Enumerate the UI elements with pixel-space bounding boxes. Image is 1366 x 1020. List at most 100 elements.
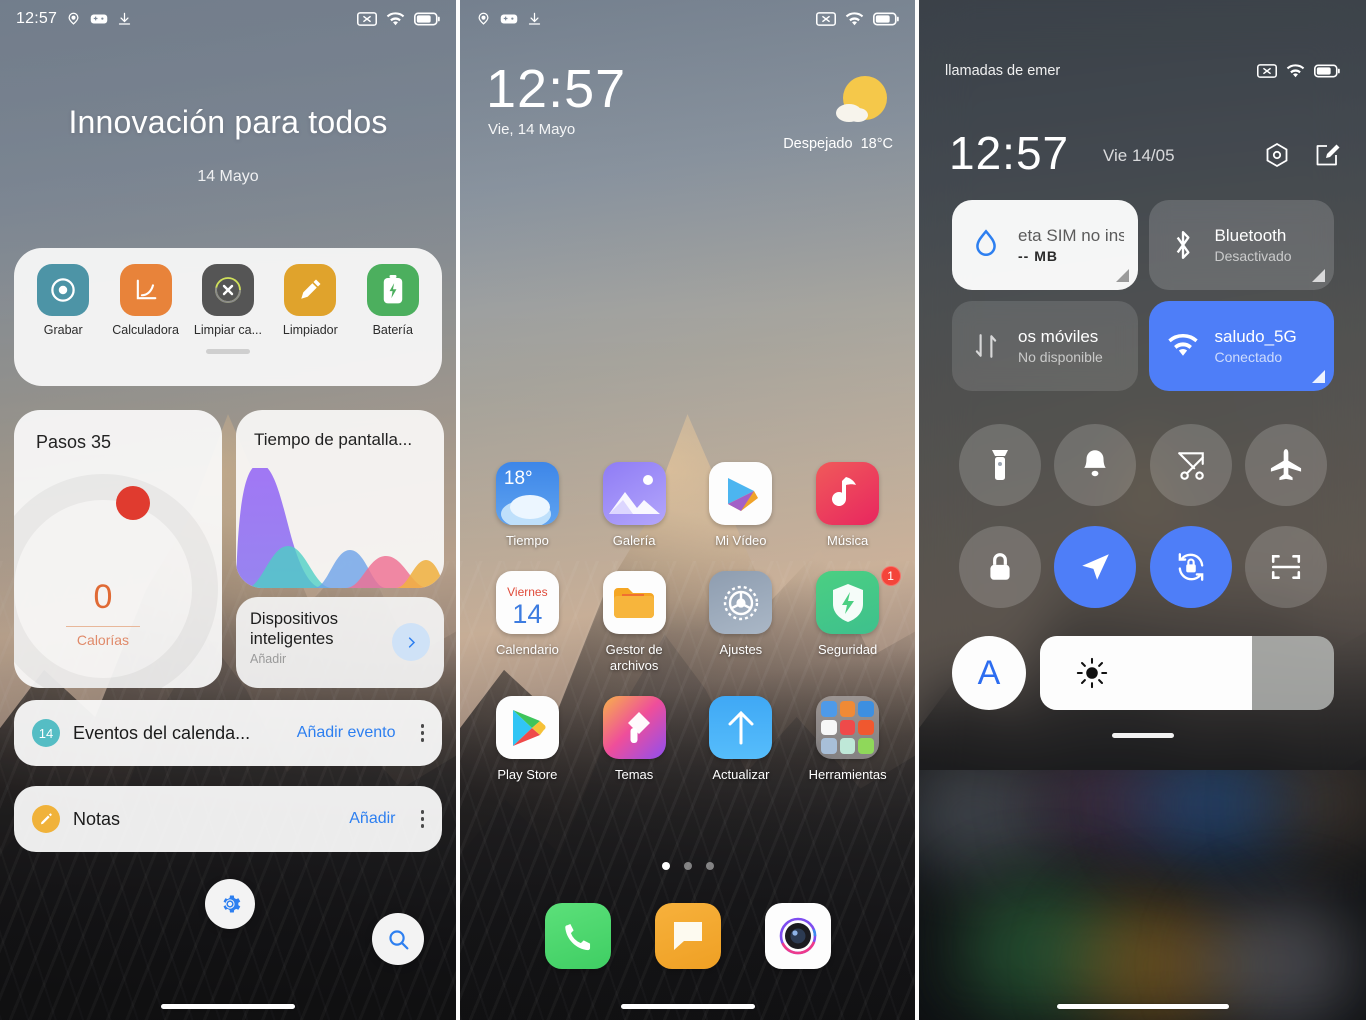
notes-row[interactable]: Notas Añadir bbox=[14, 786, 442, 852]
page-indicator[interactable] bbox=[460, 862, 915, 870]
add-note-button[interactable]: Añadir bbox=[349, 810, 395, 828]
home-weather-widget[interactable]: Despejado 18°C bbox=[783, 72, 893, 152]
bluetooth-tile[interactable]: Bluetooth Desactivado bbox=[1148, 200, 1334, 290]
autorotate-toggle[interactable] bbox=[1149, 526, 1232, 608]
edit-icon[interactable] bbox=[1314, 142, 1340, 170]
auto-brightness-button[interactable]: A bbox=[952, 636, 1026, 710]
screenshot-toggle[interactable] bbox=[1149, 424, 1232, 506]
nav-gesture-bar[interactable] bbox=[919, 1004, 1366, 1009]
app-temas[interactable]: Temas bbox=[586, 696, 682, 783]
page-dot[interactable] bbox=[705, 862, 714, 870]
ringer-toggle[interactable] bbox=[1054, 424, 1137, 506]
shortcut-label: Calculadora bbox=[112, 323, 179, 337]
scan-icon bbox=[1270, 551, 1302, 583]
status-bar: llamadas de emer bbox=[919, 52, 1366, 90]
page-dot[interactable] bbox=[683, 862, 692, 870]
flashlight-toggle[interactable] bbox=[958, 424, 1041, 506]
tile-subtitle: Conectado bbox=[1214, 348, 1283, 365]
shortcut-limpiador[interactable]: Limpiador bbox=[271, 264, 349, 337]
nav-gesture-bar[interactable] bbox=[0, 1004, 456, 1009]
app-calendario[interactable]: Viernes 14 Calendario bbox=[479, 571, 575, 674]
calories-value: 0 bbox=[93, 578, 113, 616]
wifi-icon bbox=[1286, 63, 1305, 79]
settings-app-icon bbox=[709, 571, 773, 634]
settings-fab-button[interactable] bbox=[205, 879, 255, 929]
expand-corner-icon[interactable] bbox=[1312, 269, 1325, 282]
gear-icon bbox=[218, 892, 242, 916]
airplane-toggle[interactable] bbox=[1245, 424, 1328, 506]
app-label: Calendario bbox=[495, 642, 559, 657]
pencil-icon bbox=[32, 805, 60, 833]
home-date[interactable]: Vie, 14 Mayo bbox=[488, 121, 575, 138]
lock-toggle[interactable] bbox=[958, 526, 1041, 608]
app-galeria[interactable]: Galería bbox=[586, 462, 682, 549]
app-ajustes[interactable]: Ajustes bbox=[693, 571, 789, 674]
page-dot[interactable] bbox=[661, 862, 670, 870]
brightness-slider[interactable] bbox=[1040, 636, 1334, 710]
camera-app-icon[interactable] bbox=[764, 903, 831, 969]
download-icon bbox=[527, 11, 542, 27]
search-fab-button[interactable] bbox=[372, 913, 424, 965]
expand-corner-icon[interactable] bbox=[1312, 370, 1325, 383]
data-usage-tile[interactable]: eta SIM no insta -- MB bbox=[952, 200, 1138, 290]
control-center-date[interactable]: Vie 14/05 bbox=[1103, 146, 1175, 166]
screen-time-widget[interactable]: Tiempo de pantalla... bbox=[236, 410, 444, 588]
app-tiempo[interactable]: 18° Tiempo bbox=[479, 462, 575, 549]
updater-app-icon bbox=[709, 696, 773, 759]
control-center-drag-handle[interactable] bbox=[919, 733, 1366, 738]
app-musica[interactable]: Música bbox=[800, 462, 896, 549]
quick-settings-tiles: eta SIM no insta -- MB Bluetooth Desacti… bbox=[952, 200, 1334, 391]
app-grid: 18° Tiempo Galería Mi Vídeo Música Viern… bbox=[460, 462, 915, 783]
calories-label: Calorías bbox=[76, 632, 130, 648]
page-subtitle: 14 Mayo bbox=[197, 168, 259, 185]
music-app-icon bbox=[816, 462, 880, 525]
app-mi-video[interactable]: Mi Vídeo bbox=[693, 462, 789, 549]
shortcut-grabar[interactable]: Grabar bbox=[24, 264, 102, 337]
shortcut-limpiar-cache[interactable]: Limpiar ca... bbox=[189, 264, 267, 337]
wifi-icon bbox=[1163, 326, 1203, 366]
add-event-button[interactable]: Añadir evento bbox=[297, 724, 396, 742]
shortcut-label: Limpiar ca... bbox=[193, 323, 263, 337]
wifi-tile[interactable]: saludo_5G Conectado bbox=[1148, 301, 1334, 391]
calendar-events-row[interactable]: 14 Eventos del calenda... Añadir evento bbox=[14, 700, 442, 766]
shortcut-label: Batería bbox=[372, 323, 413, 337]
battery-icon bbox=[1314, 64, 1340, 78]
brightness-slider-fill bbox=[1040, 636, 1252, 710]
expand-corner-icon[interactable] bbox=[1115, 269, 1129, 282]
steps-widget[interactable]: Pasos 35 0 Calorías bbox=[14, 410, 222, 688]
app-grid-row: 18° Tiempo Galería Mi Vídeo Música bbox=[460, 462, 915, 549]
app-folder-herramientas[interactable]: Herramientas bbox=[800, 696, 896, 783]
calendar-day-number: 14 bbox=[512, 599, 543, 629]
nav-gesture-bar[interactable] bbox=[460, 1004, 915, 1009]
scanner-toggle[interactable] bbox=[1245, 526, 1328, 608]
app-seguridad[interactable]: 1 Seguridad bbox=[800, 566, 901, 674]
shortcut-calculadora[interactable]: Calculadora bbox=[107, 264, 185, 337]
more-options-icon[interactable] bbox=[420, 810, 424, 828]
app-gestor-archivos[interactable]: Gestor de archivos bbox=[586, 571, 682, 674]
messages-app-icon[interactable] bbox=[654, 903, 721, 969]
tile-title: eta SIM no insta bbox=[1018, 225, 1124, 245]
settings-hex-icon[interactable] bbox=[1264, 142, 1290, 170]
activity-ring: 0 Calorías bbox=[14, 474, 218, 688]
screen-time-title: Tiempo de pantalla... bbox=[254, 430, 413, 449]
calendar-app-icon: Viernes 14 bbox=[495, 571, 559, 634]
shortcut-bateria[interactable]: Batería bbox=[354, 264, 432, 337]
more-options-icon[interactable] bbox=[420, 724, 424, 742]
location-toggle[interactable] bbox=[1054, 526, 1137, 608]
mobile-data-tile[interactable]: os móviles No disponible bbox=[952, 301, 1138, 391]
home-clock[interactable]: 12:57 bbox=[486, 60, 626, 118]
sheet-drag-handle[interactable] bbox=[206, 349, 250, 354]
screen-time-chart bbox=[236, 468, 444, 588]
app-play-store[interactable]: Play Store bbox=[479, 696, 575, 783]
smart-devices-widget[interactable]: Dispositivos inteligentes Añadir bbox=[236, 597, 444, 688]
panel-widgets-screen: 12:57 Innovación para todos 14 Mayo Grab… bbox=[0, 0, 456, 1020]
video-app-icon bbox=[709, 462, 773, 525]
control-center-clock[interactable]: 12:57 bbox=[949, 128, 1069, 178]
app-actualizar[interactable]: Actualizar bbox=[693, 696, 789, 783]
screenshot-icon bbox=[1175, 449, 1207, 481]
rotation-lock-icon bbox=[1174, 550, 1208, 584]
calendar-day-name: Viernes bbox=[507, 585, 548, 599]
chevron-right-icon[interactable] bbox=[392, 623, 430, 661]
phone-app-icon[interactable] bbox=[544, 903, 611, 969]
app-label: Seguridad bbox=[817, 642, 878, 657]
